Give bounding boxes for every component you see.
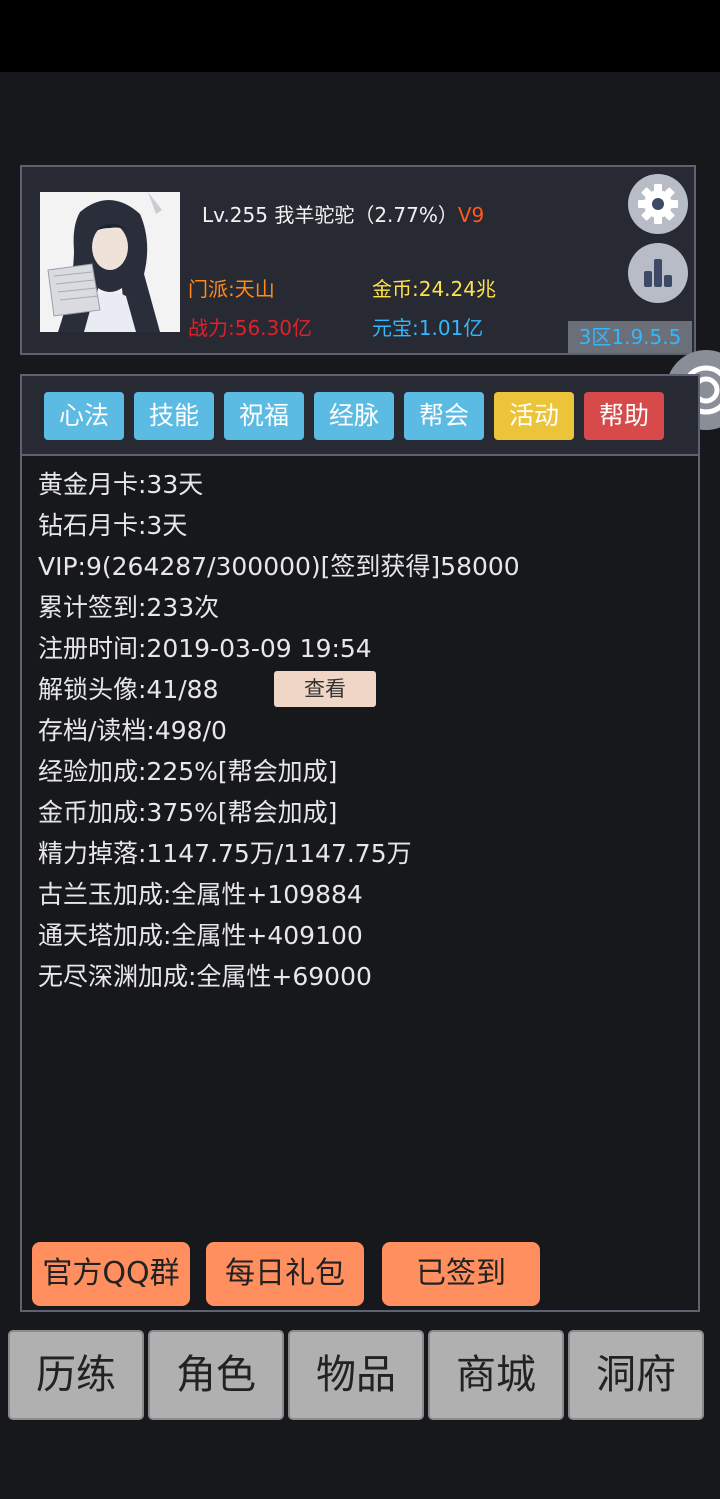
tab-skills[interactable]: 技能 (134, 392, 214, 440)
gulanyu-bonus-line: 古兰玉加成:全属性+109884 (38, 880, 363, 909)
tab-help[interactable]: 帮助 (584, 392, 664, 440)
level-name-label: Lv.255 我羊驼驼（2.77%）V9 (202, 199, 484, 228)
tab-xinfa[interactable]: 心法 (44, 392, 124, 440)
tab-meridian[interactable]: 经脉 (314, 392, 394, 440)
avatar-unlock-row: 解锁头像:41/88 查看 (38, 669, 520, 710)
main-panel: 心法 技能 祝福 经脉 帮会 活动 帮助 黄金月卡:33天 钻石月卡:3天 VI… (20, 374, 700, 1312)
abyss-bonus-line: 无尽深渊加成:全属性+69000 (38, 962, 372, 991)
nav-training[interactable]: 历练 (8, 1330, 144, 1420)
yuanbao-label: 元宝:1.01亿 (372, 316, 484, 340)
vip-line: VIP:9(264287/300000)[签到获得]58000 (38, 552, 520, 581)
sect-label: 门派:天山 (188, 277, 275, 301)
level-name-text: Lv.255 我羊驼驼（2.77%） (202, 203, 458, 227)
power-label: 战力:56.30亿 (188, 316, 312, 340)
ranking-button[interactable] (628, 243, 688, 303)
qq-group-button[interactable]: 官方QQ群 (32, 1242, 190, 1306)
tower-bonus-line: 通天塔加成:全属性+409100 (38, 921, 363, 950)
tab-blessing[interactable]: 祝福 (224, 392, 304, 440)
signin-count-line: 累计签到:233次 (38, 593, 220, 622)
server-badge: 3区1.9.5.5 (568, 321, 692, 353)
gold-bonus-line: 金币加成:375%[帮会加成] (38, 798, 338, 827)
tab-bar: 心法 技能 祝福 经脉 帮会 活动 帮助 (22, 376, 698, 456)
gold-label: 金币:24.24兆 (372, 277, 496, 301)
signed-button[interactable]: 已签到 (382, 1242, 540, 1306)
energy-drop-line: 精力掉落:1147.75万/1147.75万 (38, 839, 412, 868)
view-button[interactable]: 查看 (274, 671, 376, 707)
exp-bonus-line: 经验加成:225%[帮会加成] (38, 757, 338, 786)
nav-shop[interactable]: 商城 (428, 1330, 564, 1420)
profile-panel: Lv.255 我羊驼驼（2.77%）V9 门派:天山 金币:24.24兆 战力:… (20, 165, 696, 355)
gear-icon (638, 184, 678, 224)
gold-card-line: 黄金月卡:33天 (38, 470, 204, 499)
nav-cave[interactable]: 洞府 (568, 1330, 704, 1420)
tab-guild[interactable]: 帮会 (404, 392, 484, 440)
avatar-unlock-line: 解锁头像:41/88 (38, 675, 219, 704)
status-bar (0, 0, 720, 72)
account-info-list: 黄金月卡:33天 钻石月卡:3天 VIP:9(264287/300000)[签到… (38, 464, 520, 997)
save-load-line: 存档/读档:498/0 (38, 716, 227, 745)
diamond-card-line: 钻石月卡:3天 (38, 511, 188, 540)
avatar[interactable] (40, 192, 180, 332)
nav-character[interactable]: 角色 (148, 1330, 284, 1420)
register-time-line: 注册时间:2019-03-09 19:54 (38, 634, 372, 663)
nav-items[interactable]: 物品 (288, 1330, 424, 1420)
avatar-portrait-icon (40, 192, 180, 332)
vip-tag: V9 (457, 203, 485, 227)
bar-chart-icon (644, 259, 672, 287)
daily-gift-button[interactable]: 每日礼包 (206, 1242, 364, 1306)
settings-button[interactable] (628, 174, 688, 234)
tab-events[interactable]: 活动 (494, 392, 574, 440)
